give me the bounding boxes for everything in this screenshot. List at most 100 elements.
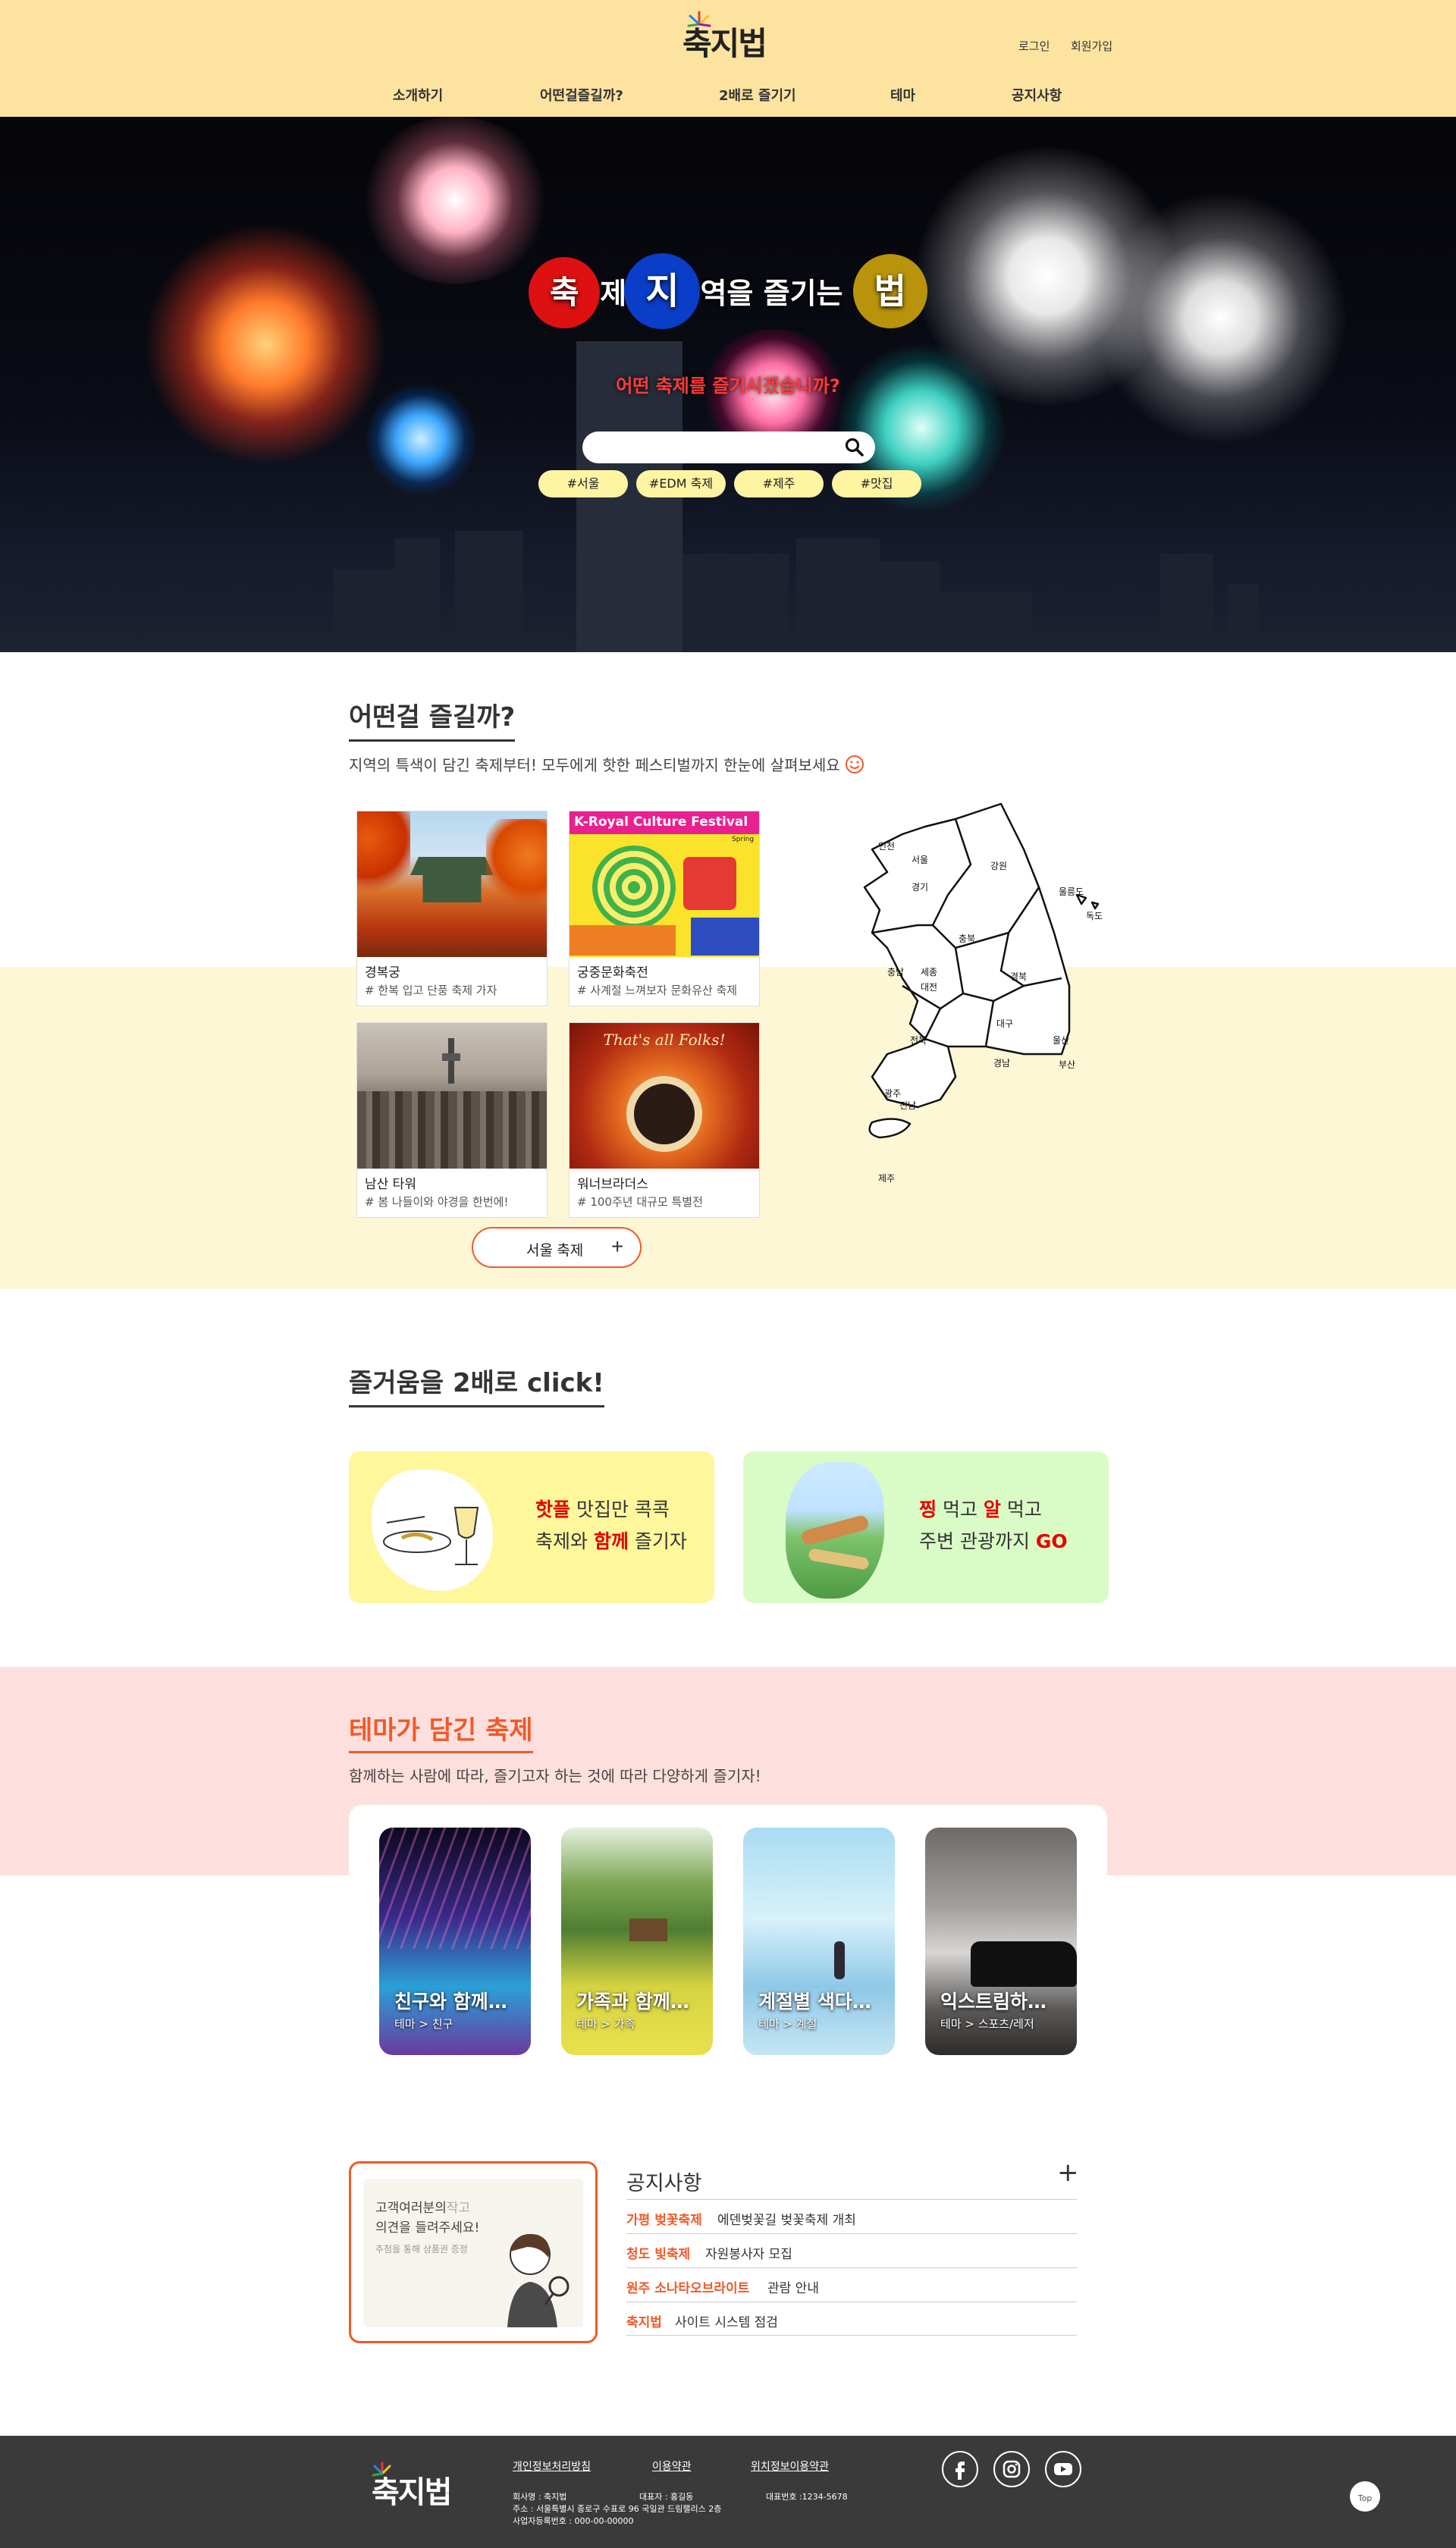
tour-box-text-3: 주변 관광까지 (919, 1530, 1036, 1552)
food-box-highlight-1: 핫플 (535, 1498, 571, 1520)
ad-line-2: 의견을 들려주세요! (375, 2220, 480, 2236)
notice-row[interactable]: 청도 빛축제 자원봉사자 모집 (626, 2233, 1077, 2267)
site-header: 축지법 로그인 회원가입 소개하기 어떤걸즐길까? 2배로 즐기기 테마 공지사… (0, 0, 1456, 117)
food-box-highlight-2: 함께 (593, 1530, 629, 1552)
korea-map-icon: 인천서울경기 강원울릉도독도 충북충남 세종 대전 경북전북 대구울산경남 부산광주… (863, 802, 1103, 1184)
notice-more-plus-icon[interactable]: + (1057, 2157, 1079, 2188)
firework-image (364, 382, 478, 496)
double-fun-food-box[interactable]: 핫플 맛집만 콕콕 축제와 함께 즐기자 (349, 1451, 714, 1603)
festival-card-royal-culture[interactable]: K-Royal Culture Festival Spring 궁중문화축전 #… (569, 811, 760, 1006)
card-desc: # 한복 입고 단풍 축제 가자 (365, 984, 497, 997)
card-name: 워너브라더스 (577, 1177, 648, 1192)
notice-item-title[interactable]: 에덴벚꽃길 벚꽃축제 개최 (717, 2209, 856, 2228)
korea-map[interactable]: 인천 서울 경기 강원 울릉도 독도 충북 충남 세종 대전 경북 전북 대구 울산 경남 부산 광주… (842, 796, 1115, 1206)
nav-theme[interactable]: 테마 (890, 85, 915, 105)
feedback-ad-banner[interactable]: 고객여러분의작고 의견을 들려주세요! 추첨을 통해 상품권 증정 (349, 2161, 598, 2343)
nav-intro[interactable]: 소개하기 (393, 85, 443, 105)
festival-card-namsan-tower[interactable]: 남산 타워 # 봄 나들이와 야경을 한번에! (356, 1022, 548, 1218)
theme-category: 테마 > 스포츠/레저 (940, 2017, 1034, 2031)
facebook-icon[interactable] (942, 2451, 978, 2487)
theme-card-extreme[interactable]: 익스트림하… 테마 > 스포츠/레저 (925, 1828, 1077, 2055)
svg-text:울산: 울산 (1053, 1035, 1069, 1046)
person-with-magnifier-icon (507, 2233, 570, 2327)
festival-card-warner-bros[interactable]: That's all Folks! 워너브라더스 # 100주년 대규모 특별전 (569, 1022, 760, 1218)
youtube-icon[interactable] (1045, 2451, 1081, 2487)
notice-row[interactable]: 원주 소나타오브라이트 관람 안내 (626, 2267, 1077, 2302)
location-terms-link[interactable]: 위치정보이용약관 (751, 2459, 829, 2474)
terms-link[interactable]: 이용약관 (652, 2459, 692, 2474)
notice-row[interactable]: 축지법 사이트 시스템 점검 (626, 2302, 1077, 2336)
svg-text:경기: 경기 (912, 882, 928, 893)
theme-card-friends[interactable]: 친구와 함께… 테마 > 친구 (379, 1828, 531, 2055)
gyeongbokgung-image (357, 811, 547, 957)
theme-card-season[interactable]: 계절별 색다… 테마 > 계절 (743, 1828, 895, 2055)
svg-text:전북: 전북 (910, 1035, 927, 1046)
svg-text:세종: 세종 (921, 967, 937, 977)
seoul-festival-more-button[interactable]: 서울 축제 + (472, 1227, 642, 1268)
theme-name: 친구와 함께… (394, 1991, 507, 2013)
theme-name: 익스트림하… (940, 1991, 1047, 2013)
theme-card-family[interactable]: 가족과 함께… 테마 > 가족 (561, 1828, 713, 2055)
section3-title: 테마가 담긴 축제 (349, 1709, 533, 1753)
hero-title: 축제 지 역을 즐기는 법 (0, 253, 1456, 329)
footer-logo[interactable]: 축지법 (372, 2460, 470, 2510)
section1-description-text: 지역의 특색이 담긴 축제부터! 모두에게 핫한 페스티벌까지 한눈에 살펴보세… (349, 756, 840, 774)
namsan-tower-image (357, 1023, 547, 1169)
search-input[interactable] (598, 436, 825, 459)
card-desc: # 봄 나들이와 야경을 한번에! (365, 1195, 509, 1209)
svg-text:광주: 광주 (884, 1088, 901, 1099)
theme-category: 테마 > 계절 (758, 2017, 817, 2031)
signup-link[interactable]: 회원가입 (1071, 38, 1112, 54)
feedback-ad-inner: 고객여러분의작고 의견을 들려주세요! 추첨을 통해 상품권 증정 (363, 2179, 583, 2327)
notice-item-title[interactable]: 관람 안내 (767, 2277, 819, 2296)
svg-text:서울: 서울 (912, 855, 928, 865)
ad-line-1-text: 고객여러분의 (375, 2201, 447, 2216)
privacy-policy-link[interactable]: 개인정보처리방침 (513, 2459, 591, 2474)
nav-notice[interactable]: 공지사항 (1012, 85, 1062, 105)
svg-text:충남: 충남 (887, 967, 904, 977)
hashtag-jeju[interactable]: #제주 (734, 470, 824, 497)
scroll-to-top-button[interactable]: Top (1350, 2481, 1380, 2512)
card-name: 남산 타워 (365, 1177, 416, 1192)
nav-what-to-enjoy[interactable]: 어떤걸즐길까? (540, 85, 623, 105)
instagram-icon[interactable] (993, 2451, 1030, 2487)
ad-line-1-faded: 작고 (446, 2201, 471, 2216)
festival-card-gyeongbokgung[interactable]: 경복궁 # 한복 입고 단풍 축제 가자 (356, 811, 548, 1006)
hero-title-dot-3: 법 (852, 254, 927, 328)
hero-title-dot-2: 지 (624, 253, 701, 329)
svg-text:강원: 강원 (990, 861, 1007, 871)
login-link[interactable]: 로그인 (1018, 38, 1050, 54)
food-box-text-1: 맛집만 콕콕 (570, 1498, 670, 1520)
tour-box-text-2: 먹고 (1000, 1498, 1042, 1520)
hashtag-food[interactable]: #맛집 (832, 470, 921, 497)
svg-text:대구: 대구 (996, 1018, 1013, 1029)
notice-title: 공지사항 (626, 2172, 702, 2195)
warner-bros-image: That's all Folks! (570, 1023, 759, 1169)
search-icon[interactable] (845, 438, 864, 457)
hero-banner: 축제 지 역을 즐기는 법 어떤 축제를 즐기시겠습니까? #서울 #EDM 축제… (0, 117, 1456, 652)
double-fun-tour-box[interactable]: 찡 먹고 알 먹고 주변 관광까지 GO (743, 1451, 1109, 1603)
svg-text:울릉도: 울릉도 (1059, 886, 1084, 897)
notice-item-title[interactable]: 자원봉사자 모집 (705, 2243, 792, 2262)
city-building (334, 569, 394, 652)
banner-wb-text: That's all Folks! (603, 1031, 726, 1049)
hashtag-edm[interactable]: #EDM 축제 (636, 470, 726, 497)
svg-text:전남: 전남 (899, 1100, 916, 1111)
svg-text:제주: 제주 (878, 1173, 895, 1184)
ad-line-1: 고객여러분의작고 (375, 2197, 470, 2216)
footer-tel: 대표번호 :1234-5678 (766, 2492, 848, 2502)
ad-line-3: 추첨을 통해 상품권 증정 (375, 2244, 468, 2255)
theme-category: 테마 > 가족 (576, 2017, 635, 2031)
search-bar[interactable] (582, 431, 875, 463)
notice-item-title[interactable]: 사이트 시스템 점검 (675, 2311, 778, 2330)
site-logo[interactable]: 축지법 (682, 8, 781, 62)
svg-text:경남: 경남 (993, 1058, 1010, 1068)
footer-bizno: 사업자등록번호 : 000-00-00000 (513, 2516, 634, 2526)
tour-illustration-image (786, 1462, 884, 1599)
nav-double-fun[interactable]: 2배로 즐기기 (719, 85, 796, 105)
hero-title-dot-1: 축 (529, 257, 601, 328)
tour-box-highlight-3: GO (1035, 1530, 1068, 1552)
hashtag-seoul[interactable]: #서울 (538, 470, 628, 497)
tour-box-highlight-2: 알 (983, 1498, 1001, 1520)
notice-row[interactable]: 가평 벚꽃축제 에덴벚꽃길 벚꽃축제 개최 (626, 2199, 1077, 2233)
